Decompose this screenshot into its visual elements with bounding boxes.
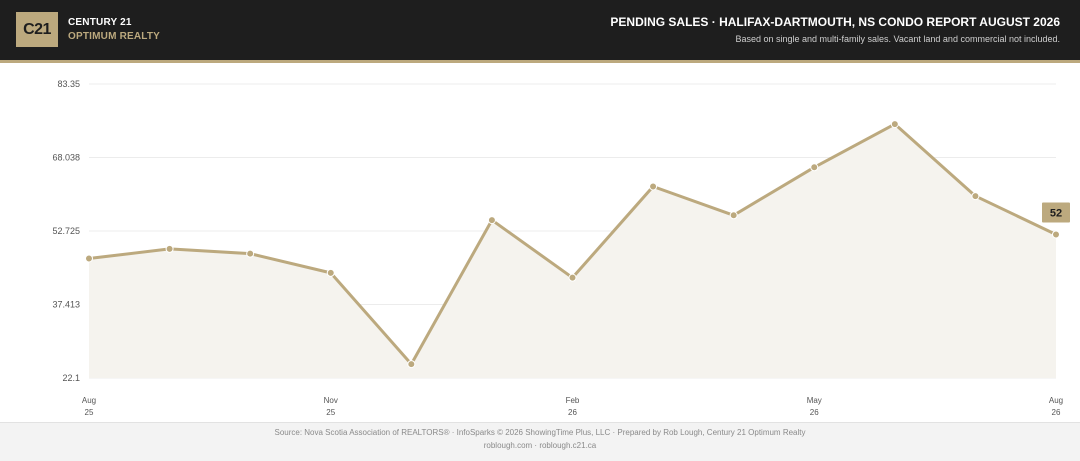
x-tick-year: 25 <box>85 408 94 417</box>
y-tick-label: 83.35 <box>57 79 80 89</box>
x-tick-year: 26 <box>810 408 819 417</box>
x-tick-month: Aug <box>82 396 96 405</box>
x-tick-month: Aug <box>1049 396 1063 405</box>
x-axis-ticks: Aug 25 Nov 25 Feb 26 May 26 Aug 26 <box>82 396 1063 417</box>
x-tick-year: 26 <box>1052 408 1061 417</box>
data-point <box>1052 230 1060 239</box>
data-point <box>890 120 899 129</box>
report-footer: Source: Nova Scotia Association of REALT… <box>0 422 1080 461</box>
report-title: PENDING SALES · HALIFAX-DARTMOUTH, NS CO… <box>610 15 1060 29</box>
data-point <box>165 244 174 253</box>
data-point <box>729 211 738 220</box>
y-tick-label: 22.1 <box>62 373 80 383</box>
y-tick-label: 37.413 <box>52 299 80 309</box>
data-point <box>407 360 416 369</box>
data-point <box>971 192 980 201</box>
x-tick-month: May <box>807 396 822 405</box>
data-point <box>85 254 93 263</box>
footer-source: Source: Nova Scotia Association of REALT… <box>274 428 806 437</box>
data-point <box>487 216 496 225</box>
x-tick-month: Feb <box>566 396 580 405</box>
brand-office: OPTIMUM REALTY <box>68 31 161 42</box>
y-axis-ticks: 83.35 68.038 52.725 37.413 22.1 <box>52 79 80 383</box>
last-value-label: 52 <box>1050 207 1062 219</box>
data-point <box>810 163 819 172</box>
data-point <box>246 249 255 258</box>
report-subtitle: Based on single and multi-family sales. … <box>735 34 1060 44</box>
pending-sales-chart: 83.35 68.038 52.725 37.413 22.1 Aug 25 Nov 25 Fe… <box>52 79 1070 417</box>
x-tick-year: 26 <box>568 408 577 417</box>
x-tick-month: Nov <box>324 396 338 405</box>
data-point <box>326 268 335 277</box>
report-header: C21 CENTURY 21 OPTIMUM REALTY PENDING SA… <box>0 0 1080 63</box>
y-tick-label: 52.725 <box>52 226 80 236</box>
last-value-callout: 52 <box>1042 202 1070 223</box>
brand-name: CENTURY 21 <box>68 17 132 28</box>
data-point <box>568 273 577 282</box>
footer-links[interactable]: roblough.com · roblough.c21.ca <box>0 441 1080 450</box>
x-tick-year: 25 <box>326 408 335 417</box>
data-point <box>649 182 658 191</box>
y-tick-label: 68.038 <box>52 152 80 162</box>
brand-logo: C21 <box>16 12 58 47</box>
area-fill <box>89 124 1056 378</box>
